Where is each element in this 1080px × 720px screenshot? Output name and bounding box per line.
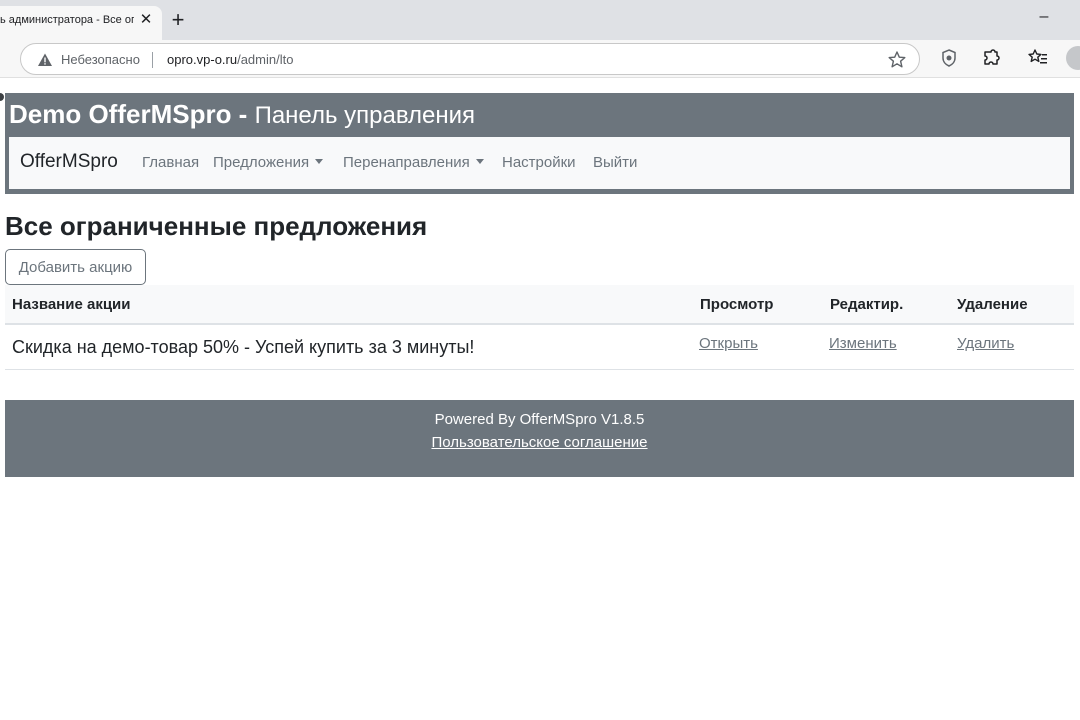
add-offer-button[interactable]: Добавить акцию	[5, 249, 146, 285]
url-path: /admin/lto	[237, 52, 294, 67]
new-tab-icon[interactable]: +	[168, 8, 188, 32]
nav-item-offers[interactable]: Предложения	[213, 154, 324, 171]
powered-by-text: Powered By OfferMSpro V1.8.5	[434, 411, 645, 428]
site-title-sub: Панель управления	[254, 102, 476, 129]
url-text[interactable]: opro.vp-o.ru/admin/lto	[167, 52, 293, 67]
user-agreement-link[interactable]: Пользовательское соглашение	[5, 434, 1074, 451]
back-button-fragment[interactable]	[0, 93, 4, 101]
column-header-title: Название акции	[12, 296, 131, 313]
minimize-icon[interactable]: –	[1036, 8, 1052, 28]
insecure-label[interactable]: Небезопасно	[61, 52, 140, 67]
nav-item-logout[interactable]: Выйти	[593, 154, 637, 171]
open-link[interactable]: Открыть	[699, 335, 758, 352]
nav-item-home[interactable]: Главная	[142, 154, 199, 171]
offers-table: Название акции Просмотр Редактир. Удален…	[5, 285, 1074, 370]
favorites-icon[interactable]	[1027, 47, 1049, 69]
table-header: Название акции Просмотр Редактир. Удален…	[5, 285, 1074, 325]
address-bar[interactable]: Небезопасно opro.vp-o.ru/admin/lto	[20, 43, 920, 75]
tab-title: ь администратора - Все ог	[0, 14, 134, 26]
section-heading: Все ограниченные предложения	[5, 211, 428, 241]
close-icon[interactable]: ✕	[138, 12, 154, 28]
site-header: Demo OfferMSpro - Панель управления Offe…	[5, 93, 1074, 194]
browser-tabstrip: ь администратора - Все ог ✕ + –	[0, 0, 1080, 40]
address-bar-row: Небезопасно opro.vp-o.ru/admin/lto	[0, 40, 1080, 101]
page-title: Demo OfferMSpro - Панель управления	[9, 99, 475, 130]
omnibox-divider	[152, 52, 153, 68]
shield-icon[interactable]	[938, 47, 960, 69]
navbar: OfferMSpro Главная Предложения Перенапра…	[9, 137, 1070, 189]
nav-item-redirects[interactable]: Перенаправления	[343, 154, 484, 171]
table-row: Скидка на демо-товар 50% - Успей купить …	[5, 325, 1074, 370]
caret-down-icon	[475, 159, 484, 164]
site-title-main: Demo OfferMSpro -	[9, 99, 248, 129]
extensions-icon[interactable]	[980, 47, 1002, 69]
nav-item-offers-label: Предложения	[213, 154, 310, 171]
column-header-view: Просмотр	[700, 296, 774, 313]
nav-item-settings[interactable]: Настройки	[502, 154, 576, 171]
warning-icon	[38, 53, 52, 66]
column-header-edit: Редактир.	[830, 296, 904, 313]
caret-down-icon	[315, 159, 324, 164]
offer-title: Скидка на демо-товар 50% - Успей купить …	[12, 337, 475, 357]
column-header-delete: Удаление	[957, 296, 1028, 313]
star-icon[interactable]	[887, 50, 907, 70]
nav-item-redirects-label: Перенаправления	[343, 154, 470, 171]
edit-link[interactable]: Изменить	[829, 335, 897, 352]
navbar-brand[interactable]: OfferMSpro	[20, 151, 118, 173]
site-footer: Powered By OfferMSpro V1.8.5 Пользовател…	[5, 400, 1074, 477]
url-host: opro.vp-o.ru	[167, 52, 238, 67]
delete-link[interactable]: Удалить	[957, 335, 1014, 352]
browser-tab[interactable]: ь администратора - Все ог ✕	[0, 6, 162, 40]
